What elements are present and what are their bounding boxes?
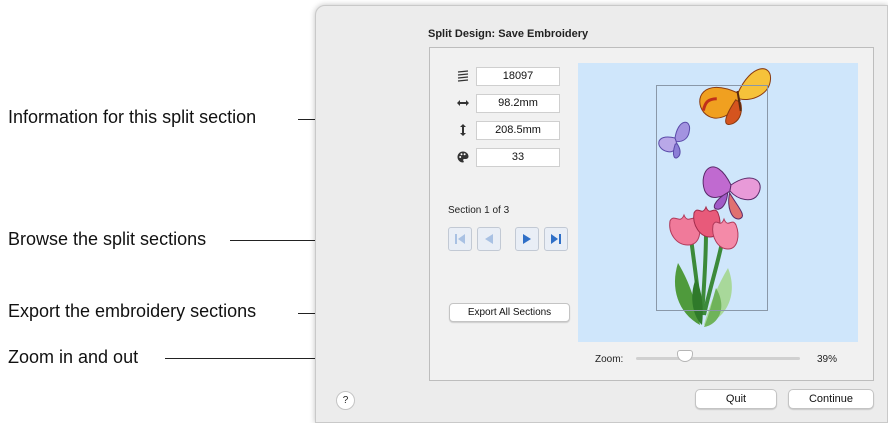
next-section-button[interactable] [515, 227, 539, 251]
height-arrow-icon [456, 123, 470, 137]
callout-browse: Browse the split sections [8, 229, 207, 249]
skip-forward-icon [551, 234, 561, 244]
play-forward-icon [523, 234, 531, 244]
callout-info: Information for this split section [8, 107, 257, 127]
continue-button[interactable]: Continue [788, 389, 874, 409]
callout-zoom: Zoom in and out [8, 347, 139, 367]
export-all-sections-button[interactable]: Export All Sections [449, 303, 570, 322]
section-label: Section 1 of 3 [448, 205, 510, 216]
last-section-button[interactable] [544, 227, 568, 251]
stitch-count-icon [456, 69, 470, 83]
width-field: 98.2mm [476, 94, 560, 113]
zoom-value: 39% [817, 354, 838, 365]
height-field: 208.5mm [476, 121, 560, 140]
quit-button[interactable]: Quit [695, 389, 777, 409]
section-boundary [656, 85, 768, 311]
colors-field: 33 [476, 148, 560, 167]
previous-section-button[interactable] [477, 227, 501, 251]
skip-back-icon [455, 234, 465, 244]
play-back-icon [485, 234, 493, 244]
first-section-button[interactable] [448, 227, 472, 251]
callout-export: Export the embroidery sections [8, 301, 257, 321]
palette-icon [456, 150, 470, 164]
stitch-count-field: 18097 [476, 67, 560, 86]
zoom-slider[interactable] [636, 357, 800, 360]
dialog-title: Split Design: Save Embroidery [428, 28, 589, 40]
help-button[interactable]: ? [336, 391, 355, 410]
zoom-label: Zoom: [595, 354, 624, 365]
width-arrow-icon [456, 96, 470, 110]
